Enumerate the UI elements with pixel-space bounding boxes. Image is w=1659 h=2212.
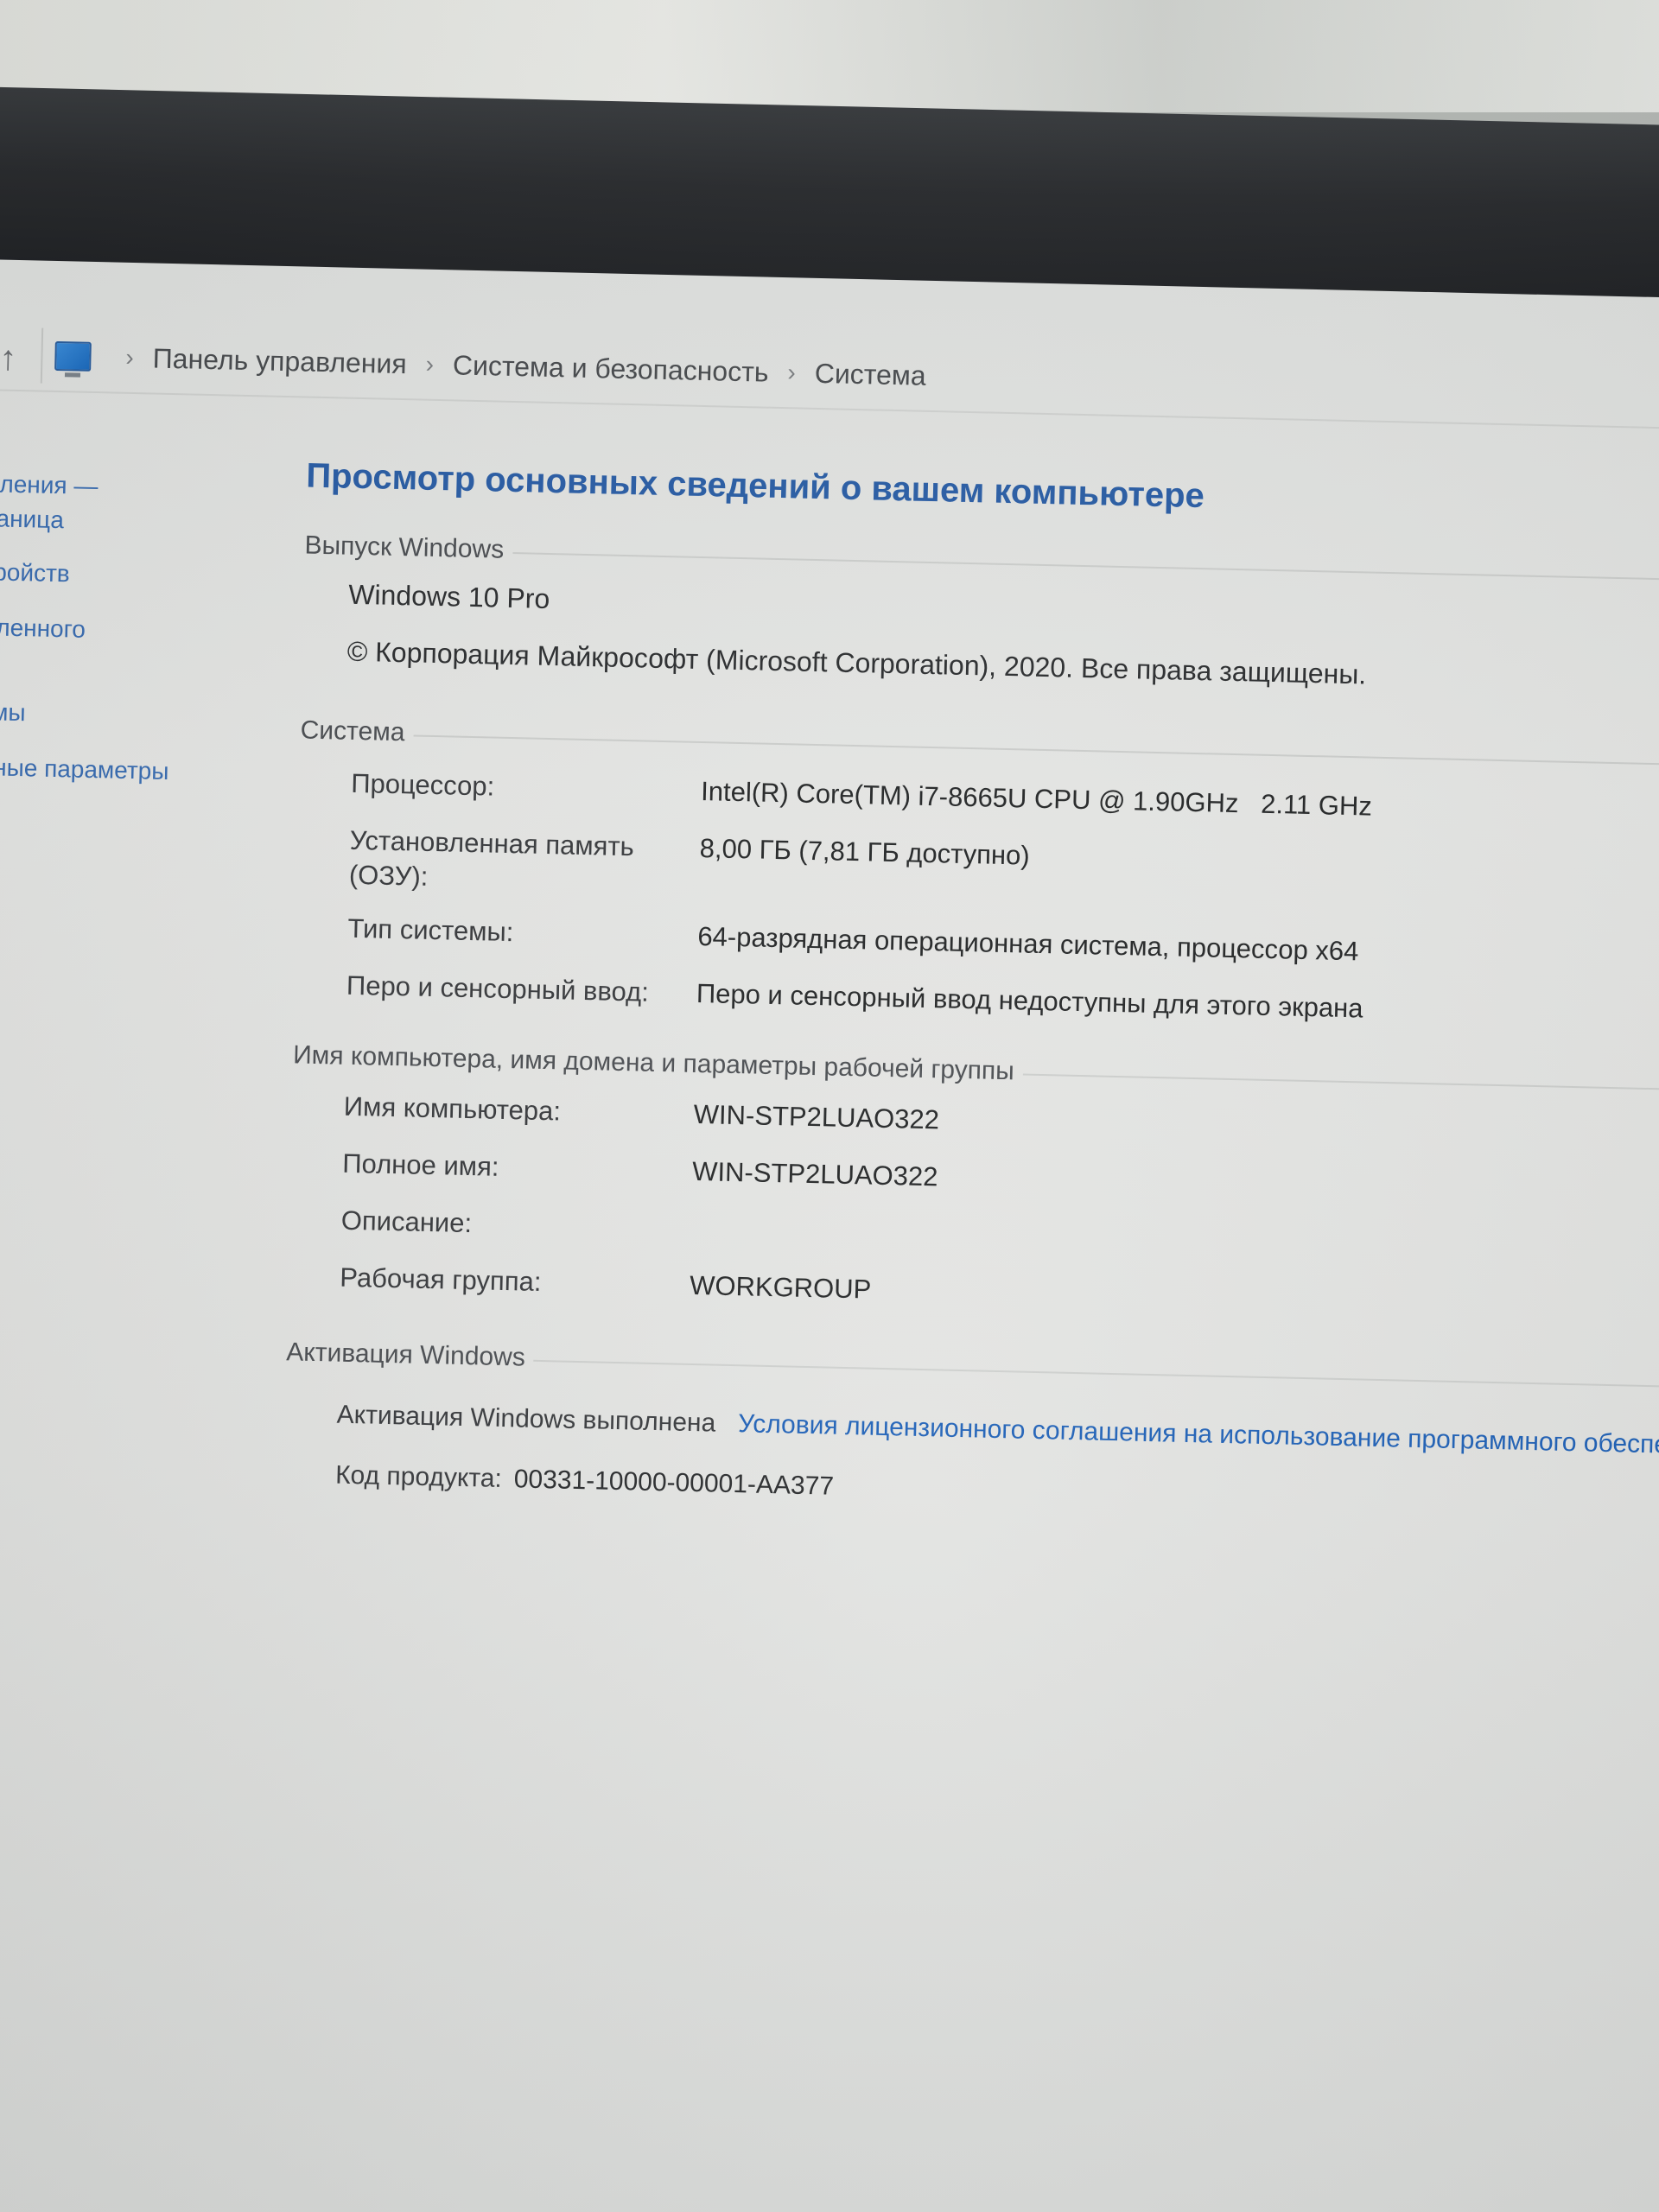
up-arrow-icon[interactable]: ↑: [0, 339, 17, 378]
edition-section: Выпуск Windows Windows 10 Pro © Корпорац…: [302, 527, 1659, 711]
page-title: Просмотр основных сведений о вашем компь…: [305, 456, 1205, 516]
chevron-right-icon: ›: [125, 343, 135, 371]
breadcrumb-system-security[interactable]: Система и безопасность: [453, 349, 769, 388]
address-bar: ↑ › Панель управления › Система и безопа…: [0, 319, 1659, 430]
sidebar-item-home-cont[interactable]: страница: [0, 500, 263, 542]
chevron-right-icon: ›: [787, 359, 797, 386]
info-value: WIN-STP2LUAO322: [691, 1155, 938, 1192]
info-label: Описание:: [340, 1205, 473, 1239]
breadcrumb[interactable]: › Панель управления › Система и безопасн…: [40, 327, 1659, 422]
divider: [1022, 1073, 1659, 1091]
photo-frame: ↑ › Панель управления › Система и безопа…: [0, 0, 1659, 2212]
info-label: Перо и сенсорный ввод:: [346, 969, 650, 1007]
activation-section: Активация Windows Активация Windows выпо…: [283, 1333, 1659, 1533]
activation-status: Активация Windows выполнена: [336, 1400, 716, 1438]
info-label: Процессор:: [350, 767, 495, 802]
computer-monitor-icon: [54, 340, 92, 372]
system-section: Система Процессор: Intel(R) Core(TM) i7-…: [294, 711, 1659, 1052]
breadcrumb-control-panel[interactable]: Панель управления: [152, 342, 407, 380]
product-key-value: 00331-10000-00001-AA377: [513, 1465, 835, 1501]
info-label: Тип системы:: [347, 912, 514, 948]
computer-name-section: Имя компьютера, имя домена и параметры р…: [287, 1036, 1659, 1344]
chevron-right-icon: ›: [425, 350, 435, 378]
sidebar-item-system-protection[interactable]: стемы: [0, 694, 257, 735]
info-label: Полное имя:: [341, 1147, 499, 1182]
sidebar-item-remote[interactable]: удаленного: [0, 609, 260, 651]
info-value: WIN-STP2LUAO322: [693, 1098, 940, 1135]
sidebar: равления — страница устройств удаленного…: [0, 467, 263, 791]
main-content: Просмотр основных сведений о вашем компь…: [283, 457, 1659, 1548]
product-key-label: Код продукта:: [334, 1460, 503, 1493]
info-label: Имя компьютера:: [343, 1090, 562, 1127]
info-value: WORKGROUP: [689, 1269, 872, 1305]
info-label: Рабочая группа:: [339, 1262, 542, 1297]
info-value: 8,00 ГБ (7,81 ГБ доступно): [699, 833, 1031, 871]
sidebar-item-advanced-settings[interactable]: ельные параметры: [0, 749, 257, 791]
sidebar-item-device-manager[interactable]: устройств: [0, 554, 261, 595]
section-header-system: Система: [300, 715, 405, 747]
sidebar-item-home[interactable]: равления —: [0, 466, 263, 507]
section-header-activation: Активация Windows: [286, 1338, 526, 1372]
section-header-edition: Выпуск Windows: [304, 531, 505, 564]
breadcrumb-system[interactable]: Система: [814, 357, 926, 391]
system-window: ↑ › Панель управления › Система и безопа…: [0, 259, 1659, 2212]
info-label: Установленная память (ОЗУ):: [348, 824, 635, 892]
